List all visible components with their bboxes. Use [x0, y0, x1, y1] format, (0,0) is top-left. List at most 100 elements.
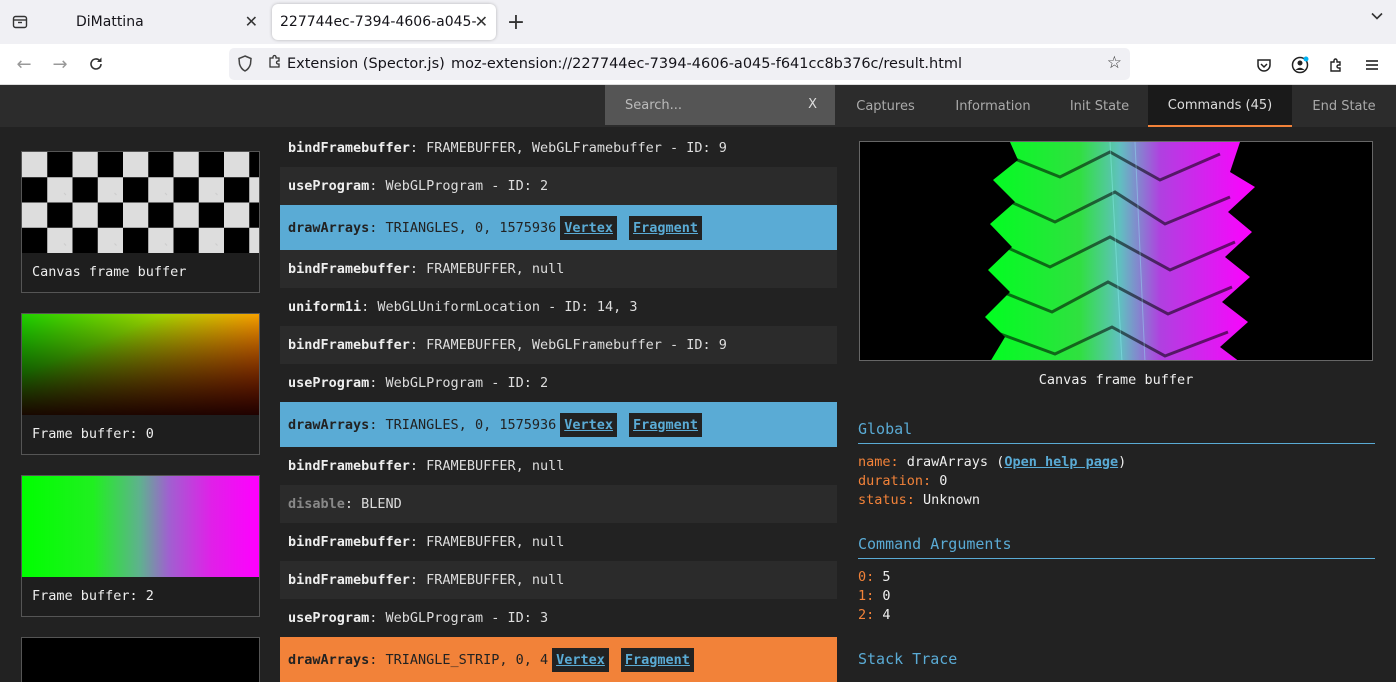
argument-row: 0: 5 — [858, 569, 891, 585]
menu-icon[interactable] — [1359, 52, 1385, 78]
command-args: : WebGLProgram - ID: 3 — [369, 610, 549, 626]
stack-trace-title: Stack Trace — [858, 650, 958, 668]
command-row[interactable]: bindFramebuffer: FRAMEBUFFER, WebGLFrame… — [280, 326, 837, 364]
canvas-preview — [859, 141, 1373, 361]
spector-app: X Captures Information Init State Comman… — [0, 85, 1396, 682]
command-row[interactable]: drawArrays: TRIANGLE_STRIP, 0, 4 Vertex Fr… — [280, 637, 837, 682]
thumbnail-label: Frame buffer: 2 — [32, 588, 154, 604]
command-args: : TRIANGLES, 0, 1575936 — [369, 219, 557, 236]
vertex-shader-link[interactable]: Vertex — [560, 215, 617, 240]
open-help-page-link[interactable]: Open help page — [1004, 454, 1118, 470]
command-arguments-title: Command Arguments — [858, 535, 1375, 559]
tab-end-state[interactable]: End State — [1292, 85, 1396, 127]
argument-value: 5 — [882, 569, 891, 585]
extensions-icon[interactable] — [1323, 52, 1349, 78]
search-input[interactable] — [605, 85, 805, 125]
command-name: uniform1i — [288, 299, 362, 315]
close-icon[interactable]: ✕ — [475, 12, 488, 31]
gradient-thumbnail-image — [22, 314, 259, 415]
global-duration-row: duration: 0 — [858, 473, 947, 489]
command-args: : FRAMEBUFFER, WebGLFramebuffer - ID: 9 — [409, 337, 727, 353]
tab-title: 227744ec-7394-4606-a045- — [280, 14, 477, 30]
url-bar[interactable]: Extension (Spector.js) moz-extension://2… — [229, 48, 1130, 80]
command-row[interactable]: bindFramebuffer: FRAMEBUFFER, WebGLFrame… — [280, 129, 837, 167]
command-name: useProgram — [288, 375, 370, 391]
fragment-shader-link[interactable]: Fragment — [629, 215, 703, 240]
command-row[interactable]: uniform1i: WebGLUniformLocation - ID: 14… — [280, 288, 837, 326]
fragment-shader-link[interactable]: Fragment — [620, 647, 694, 672]
command-row[interactable]: bindFramebuffer: FRAMEBUFFER, null — [280, 523, 837, 561]
argument-value: 0 — [882, 588, 891, 604]
global-name-row: name: drawArrays (Open help page) — [858, 454, 1127, 470]
reload-icon[interactable] — [82, 50, 110, 78]
new-tab-button[interactable]: + — [502, 6, 530, 38]
thumbnail-label: Frame buffer: 0 — [32, 426, 154, 442]
vertex-shader-link[interactable]: Vertex — [560, 412, 617, 437]
command-args: : FRAMEBUFFER, WebGLFramebuffer - ID: 9 — [409, 140, 727, 156]
thumbnail-canvas-frame-buffer[interactable]: Canvas frame buffer — [21, 151, 260, 293]
global-name-value: drawArrays — [906, 454, 989, 470]
command-name: bindFramebuffer — [288, 261, 410, 277]
global-section-title: Global — [858, 420, 1375, 444]
browser-tab[interactable]: DiMattina ✕ — [48, 4, 266, 40]
back-arrow-icon[interactable]: ← — [10, 50, 38, 78]
pocket-icon[interactable] — [1251, 52, 1277, 78]
firefox-view-icon[interactable] — [4, 6, 36, 38]
tab-init-state[interactable]: Init State — [1051, 85, 1148, 127]
command-name: drawArrays — [288, 651, 370, 668]
command-row[interactable]: drawArrays: TRIANGLES, 0, 1575936 Vertex F… — [280, 402, 837, 447]
chevron-down-icon[interactable] — [1370, 8, 1384, 27]
command-row[interactable]: bindFramebuffer: FRAMEBUFFER, null — [280, 447, 837, 485]
command-row[interactable]: bindFramebuffer: FRAMEBUFFER, null — [280, 561, 837, 599]
search-clear-button[interactable]: X — [808, 97, 817, 112]
command-row[interactable]: useProgram: WebGLProgram - ID: 2 — [280, 364, 837, 402]
command-row[interactable]: drawArrays: TRIANGLES, 0, 1575936 Vertex F… — [280, 205, 837, 250]
command-args: : FRAMEBUFFER, null — [409, 261, 565, 277]
thumbnail-frame-buffer-2[interactable]: Frame buffer: 2 — [21, 475, 260, 617]
thumbnail-frame-buffer-0[interactable]: Frame buffer: 0 — [21, 313, 260, 455]
browser-tab-active[interactable]: 227744ec-7394-4606-a045- ✕ — [272, 4, 496, 40]
global-status-key: status: — [858, 492, 915, 508]
vertex-shader-link[interactable]: Vertex — [552, 647, 609, 672]
command-name: useProgram — [288, 178, 370, 194]
fragment-shader-link[interactable]: Fragment — [629, 412, 703, 437]
command-name: bindFramebuffer — [288, 140, 410, 156]
command-row[interactable]: useProgram: WebGLProgram - ID: 3 — [280, 599, 837, 637]
thumbnail-frame-buffer[interactable] — [21, 637, 260, 682]
app-header: X Captures Information Init State Comman… — [0, 85, 1396, 127]
url-text[interactable]: moz-extension://227744ec-7394-4606-a045-… — [451, 48, 962, 80]
argument-key: 1: — [858, 588, 875, 604]
command-row[interactable]: disable: BLEND — [280, 485, 837, 523]
command-name: drawArrays — [288, 416, 370, 433]
command-args: : BLEND — [344, 496, 402, 512]
checker-thumbnail-image — [22, 152, 259, 253]
argument-value: 4 — [882, 607, 891, 623]
gradient-thumbnail-image — [22, 476, 259, 577]
command-row[interactable]: useProgram: WebGLProgram - ID: 2 — [280, 167, 837, 205]
shield-icon[interactable] — [237, 55, 253, 76]
tab-captures[interactable]: Captures — [836, 85, 935, 127]
argument-row: 1: 0 — [858, 588, 891, 604]
argument-row: 2: 4 — [858, 607, 891, 623]
command-args: : TRIANGLES, 0, 1575936 — [369, 416, 557, 433]
tab-commands[interactable]: Commands (45) — [1148, 85, 1292, 127]
search-box: X — [605, 85, 835, 125]
account-icon[interactable] — [1287, 52, 1313, 78]
command-name: drawArrays — [288, 219, 370, 236]
argument-key: 0: — [858, 569, 875, 585]
tab-information[interactable]: Information — [935, 85, 1051, 127]
command-name: disable — [288, 496, 345, 512]
canvas-preview-image — [860, 142, 1372, 360]
command-name: bindFramebuffer — [288, 572, 410, 588]
command-row[interactable]: bindFramebuffer: FRAMEBUFFER, null — [280, 250, 837, 288]
global-status-row: status: Unknown — [858, 492, 980, 508]
close-icon[interactable]: ✕ — [245, 12, 258, 31]
star-icon[interactable]: ☆ — [1107, 53, 1122, 73]
identity-box[interactable]: Extension (Spector.js) — [267, 52, 445, 76]
browser-tab-bar: DiMattina ✕ 227744ec-7394-4606-a045- ✕ + — [0, 0, 1396, 44]
black-thumbnail-image — [22, 638, 259, 682]
command-name: bindFramebuffer — [288, 458, 410, 474]
command-args: : WebGLProgram - ID: 2 — [369, 375, 549, 391]
forward-arrow-icon[interactable]: → — [46, 50, 74, 78]
command-args: : FRAMEBUFFER, null — [409, 572, 565, 588]
